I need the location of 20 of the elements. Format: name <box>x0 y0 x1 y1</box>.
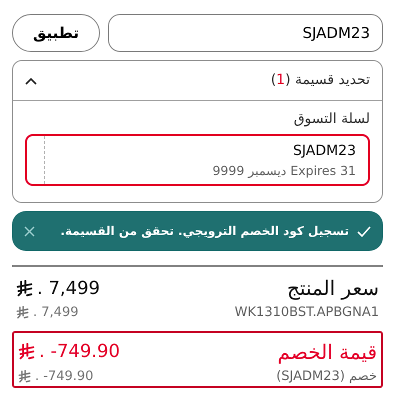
check-icon <box>357 226 371 236</box>
apply-button[interactable]: تطبيق <box>12 14 100 52</box>
summary-subamount: . -749.90 <box>18 366 94 386</box>
summary-amount: . 7,499 <box>16 274 100 302</box>
coupon-code: SJADM23 <box>292 142 356 161</box>
riyal-icon <box>18 370 31 383</box>
riyal-icon <box>16 280 33 296</box>
coupon-code-field[interactable]: SJADM23 <box>108 14 383 52</box>
close-icon[interactable] <box>24 226 35 236</box>
summary-sublabel: خصم (SJADM23) <box>276 368 377 386</box>
summary-label: سعر المنتج <box>287 275 379 302</box>
summary-amount: . -749.90 <box>18 338 120 365</box>
toast-message: تسجيل كود الخصم الترويجي. تحقق من القسيمة. <box>59 223 349 240</box>
summary-subamount: . 7,499 <box>16 303 78 322</box>
summary-label: قيمة الخصم <box>278 338 377 366</box>
riyal-icon <box>16 306 29 320</box>
section-label: لسلة التسوق <box>292 110 371 129</box>
riyal-icon <box>18 343 35 360</box>
coupon-expiry: Expires 31 ديسمبر 9999 <box>211 162 356 180</box>
summary-sublabel: WK1310BST.APBGNA1 <box>234 304 379 322</box>
